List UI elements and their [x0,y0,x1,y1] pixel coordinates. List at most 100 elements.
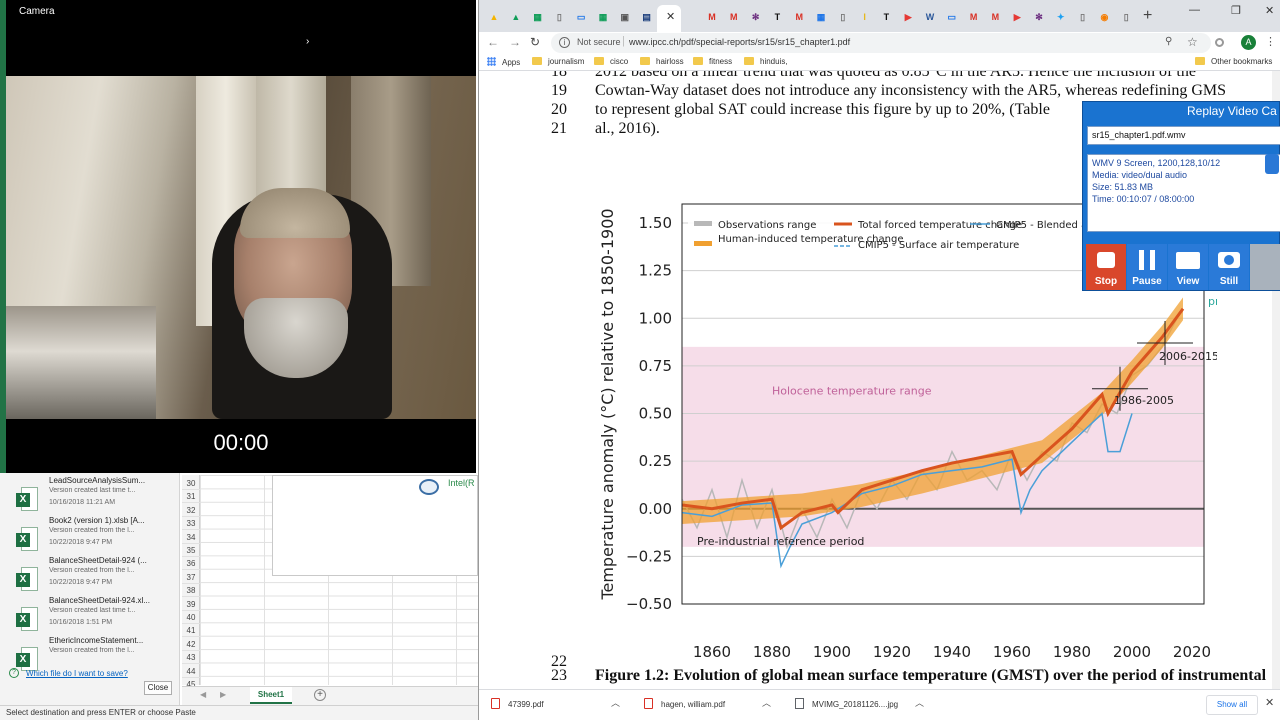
extension-icon[interactable] [1215,38,1224,47]
info-icon[interactable]: i [559,37,570,48]
news-icon[interactable]: ▤ [640,10,654,24]
view-button[interactable]: View [1168,244,1208,290]
recovery-file-item[interactable]: X BalanceSheetDetail-924 (... Version crea… [0,555,180,595]
sheets-icon[interactable]: ▦ [531,10,545,24]
download-item[interactable]: hagen, william.pdf [644,698,725,716]
row-number[interactable]: 43 [182,651,200,665]
avast-icon[interactable]: ◉ [1097,10,1111,24]
download-name: hagen, william.pdf [661,700,726,709]
gmail-icon[interactable]: M [705,10,719,24]
scroll-left-icon[interactable]: ◀ [200,690,206,699]
recovery-file-item[interactable]: X LeadSourceAnalysisSum... Version created… [0,475,180,515]
stop-button[interactable]: Stop [1086,244,1126,290]
row-number[interactable]: 39 [182,598,200,611]
download-item[interactable]: MVIMG_20181126....jpg [795,698,898,716]
bookmark-hinduis[interactable]: hinduis, [744,57,788,66]
doc-icon[interactable]: ▯ [836,10,850,24]
menu-icon[interactable]: ⋮ [1265,35,1276,48]
calendar-icon[interactable]: ▦ [814,10,828,24]
window-icon[interactable]: ▭ [574,10,588,24]
youtube-icon[interactable]: ▶ [1010,10,1024,24]
gmail-icon[interactable]: M [792,10,806,24]
row-number[interactable]: 37 [182,571,200,584]
nyt-icon[interactable]: T [879,10,893,24]
legend-swatch-human [694,241,712,246]
intel-dialog-text: Intel(R [448,478,475,488]
row-number[interactable]: 32 [182,504,200,517]
microphone-icon[interactable] [1265,154,1279,174]
close-window-icon[interactable]: ✕ [1265,4,1274,17]
window-icon[interactable]: ▭ [945,10,959,24]
nyt-icon[interactable]: T [770,10,784,24]
pause-button[interactable]: Pause [1127,244,1167,290]
slack-icon[interactable]: ✻ [1032,10,1046,24]
bookmark-hairloss[interactable]: hairloss [640,57,684,66]
reload-icon[interactable]: ↻ [530,35,540,49]
twitter-icon[interactable]: ✦ [1054,10,1068,24]
row-number[interactable]: 40 [182,611,200,624]
row-number[interactable]: 30 [182,477,200,490]
chevron-up-icon[interactable]: ︿ [915,696,924,709]
avatar[interactable]: A [1241,35,1256,50]
help-link-text[interactable]: Which file do I want to save? [26,669,128,678]
help-link[interactable]: ? Which file do I want to save? [9,668,128,678]
imdb-icon[interactable]: I [858,10,872,24]
download-name: MVIMG_20181126....jpg [812,700,899,709]
maximize-icon[interactable]: ❐ [1231,4,1241,17]
folder-icon [693,57,703,65]
row-number[interactable]: 42 [182,638,200,651]
row-number[interactable]: 44 [182,665,200,678]
doc-icon[interactable]: ▯ [552,10,566,24]
download-item[interactable]: 47399.pdf [491,698,544,716]
row-number[interactable]: 31 [182,490,200,504]
intel-logo-icon [419,479,439,495]
x-tick-label: 1880 [753,643,791,661]
new-tab-icon[interactable]: + [1143,7,1152,25]
close-downloads-icon[interactable]: ✕ [1265,696,1274,709]
minimize-icon[interactable]: — [1189,4,1200,16]
sheet-tab-sheet1[interactable]: Sheet1 [250,687,292,704]
row-number[interactable]: 35 [182,544,200,557]
chevron-up-icon[interactable]: ︿ [611,696,620,709]
doc-icon[interactable]: ▯ [1119,10,1133,24]
word-icon[interactable]: W [923,10,937,24]
chevron-up-icon[interactable]: ︿ [762,696,771,709]
recovery-file-item[interactable]: X Book2 (version 1).xlsb [A... Version cre… [0,515,180,555]
youtube-icon[interactable]: ▶ [901,10,915,24]
chevron-right-icon[interactable]: › [306,36,309,47]
row-number[interactable]: 36 [182,557,200,571]
print-icon[interactable]: ▣ [618,10,632,24]
slack-icon[interactable]: ✻ [749,10,763,24]
url-text[interactable]: www.ipcc.ch/pdf/special-reports/sr15/sr1… [629,37,850,47]
sheets-icon[interactable]: ▦ [596,10,610,24]
forward-icon[interactable]: → [509,35,521,49]
bookmark-star-icon[interactable]: ☆ [1187,35,1198,49]
add-sheet-icon[interactable]: + [314,689,326,701]
drive-icon[interactable]: ▲ [509,10,523,24]
back-icon[interactable]: ← [487,35,499,49]
address-bar[interactable]: i Not secure | www.ipcc.ch/pdf/special-r… [551,33,1211,53]
drive-icon[interactable]: ▲ [487,10,501,24]
gmail-icon[interactable]: M [988,10,1002,24]
row-number[interactable]: 38 [182,584,200,598]
gmail-icon[interactable]: M [967,10,981,24]
info-size: Size: 51.83 MB [1092,182,1154,192]
still-button[interactable]: Still [1209,244,1249,290]
close-tab-icon[interactable]: ✕ [666,10,675,23]
gmail-icon[interactable]: M [727,10,741,24]
row-number[interactable]: 34 [182,531,200,544]
zoom-icon[interactable]: ⚲ [1165,36,1172,47]
bookmark-fitness[interactable]: fitness [693,57,732,66]
doc-icon[interactable]: ▯ [1076,10,1090,24]
disabled-button [1250,244,1280,290]
show-all-downloads-button[interactable]: Show all [1206,695,1258,715]
bookmark-cisco[interactable]: cisco [594,57,628,66]
recovery-file-item[interactable]: X BalanceSheetDetail-924.xl... Version cre… [0,595,180,635]
row-number[interactable]: 41 [182,624,200,638]
bookmark-other[interactable]: Other bookmarks [1195,57,1272,66]
row-number[interactable]: 33 [182,517,200,531]
close-recovery-button[interactable]: Close [144,681,172,695]
bookmark-apps[interactable]: Apps [487,57,520,67]
scroll-right-icon[interactable]: ▶ [220,690,226,699]
bookmark-journalism[interactable]: journalism [532,57,584,66]
